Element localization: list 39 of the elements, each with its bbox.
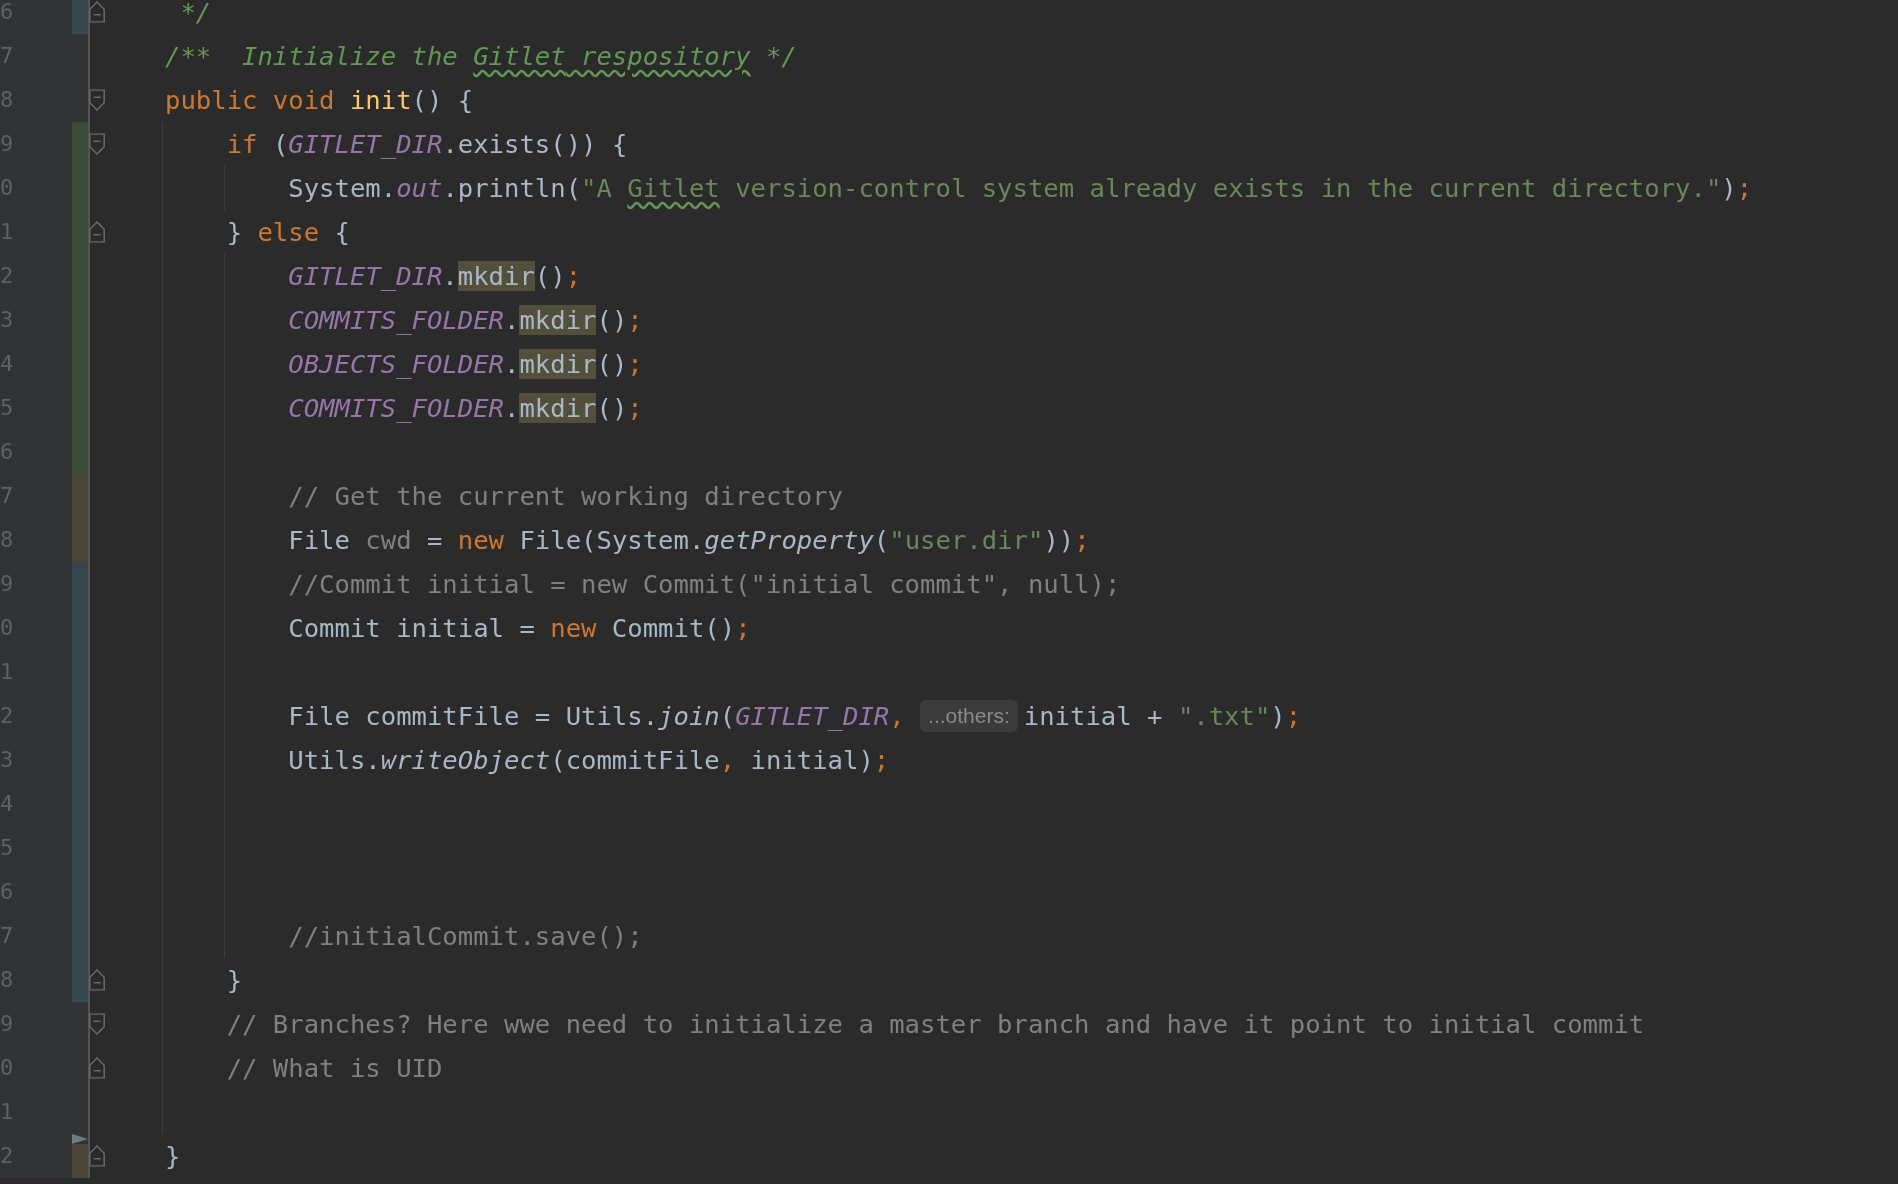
code-line: COMMITS_FOLDER.mkdir(); (287, 304, 643, 337)
change-marker[interactable] (72, 958, 88, 1002)
code-line: // Get the current working directory (287, 480, 843, 513)
code-line: System.out.println("A Gitlet version-control system already exists in the current directory."); (287, 172, 1753, 205)
change-marker[interactable] (72, 562, 88, 606)
fold-icon[interactable] (88, 133, 106, 155)
code-line: GITLET_DIR.mkdir(); (287, 260, 582, 293)
code-line: */ (179, 0, 212, 29)
code-line: //Commit initial = new Commit("initial commit", null); (287, 568, 1121, 601)
code-line: } else { (225, 216, 350, 249)
code-line: if (GITLET_DIR.exists()) { (225, 128, 628, 161)
code-line: OBJECTS_FOLDER.mkdir(); (287, 348, 643, 381)
code-line: //initialCommit.save(); (287, 920, 643, 953)
code-line: File commitFile = Utils.join(GITLET_DIR, (287, 700, 906, 733)
change-marker[interactable] (72, 122, 88, 166)
code-line: } (165, 1140, 181, 1173)
code-line: initial + ".txt"); (1023, 700, 1302, 733)
code-line: // Branches? Here wwe need to initialize a master branch and have it point to initial commit (225, 1008, 1645, 1041)
fold-icon[interactable] (88, 1, 106, 23)
code-line: /** Initialize the Gitlet respository */ (165, 40, 797, 73)
code-line: // What is UID (225, 1052, 443, 1085)
fold-icon[interactable] (88, 1057, 106, 1079)
change-marker[interactable] (72, 518, 88, 562)
code-line: File cwd = new File(System.getProperty("user.dir")); (287, 524, 1090, 557)
code-line: Utils.writeObject(commitFile, initial); (287, 744, 890, 777)
code-line: Commit initial = new Commit(); (287, 612, 751, 645)
code-line: } (225, 964, 243, 997)
change-marker[interactable] (72, 1144, 88, 1178)
fold-icon[interactable] (88, 969, 106, 991)
code-line: public void init() { (165, 84, 474, 117)
fold-icon[interactable] (88, 89, 106, 111)
change-marker[interactable] (72, 430, 88, 474)
fold-icon[interactable] (88, 1013, 106, 1035)
change-marker[interactable] (72, 0, 88, 34)
fold-icon[interactable] (88, 1145, 106, 1167)
code-line: COMMITS_FOLDER.mkdir(); (287, 392, 643, 425)
inlay-hint: ...others: (920, 700, 1018, 732)
fold-icon[interactable] (88, 221, 106, 243)
change-marker[interactable] (72, 474, 88, 518)
